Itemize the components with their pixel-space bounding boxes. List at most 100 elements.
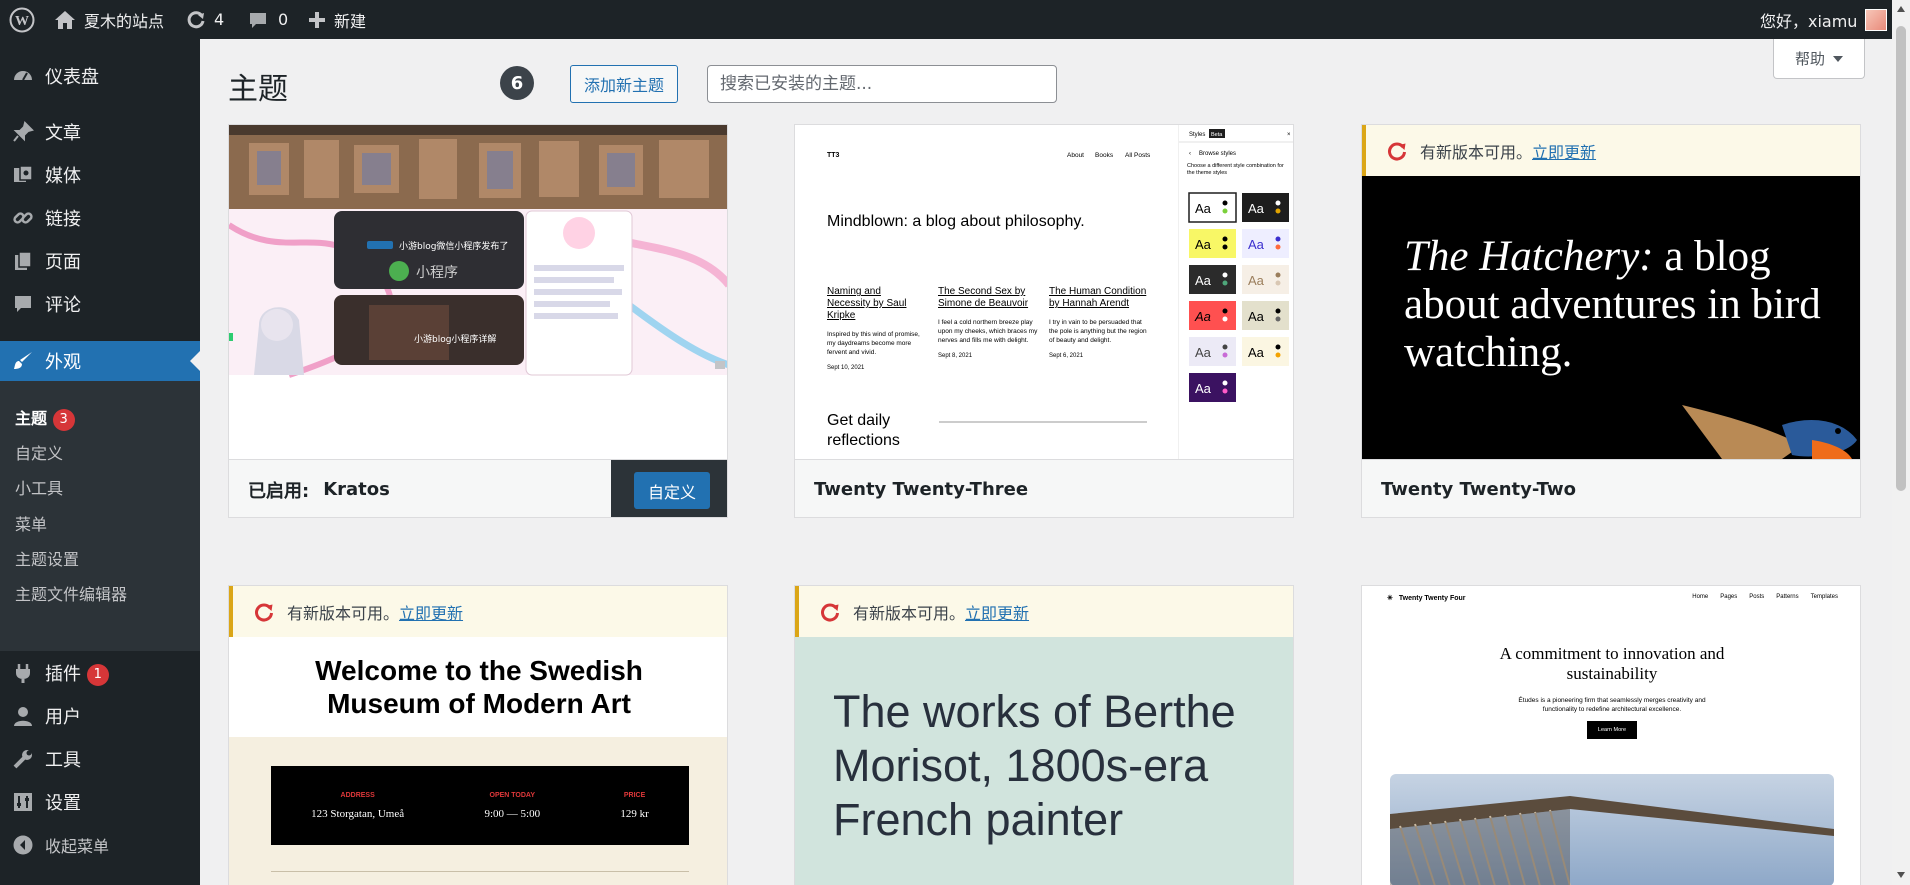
- my-account-link[interactable]: 您好，xiamu: [1760, 0, 1888, 39]
- dashboard-icon: [12, 65, 34, 87]
- svg-text:Aa: Aa: [1194, 309, 1211, 324]
- svg-text:Aa: Aa: [1248, 345, 1265, 360]
- menu-users-label: 用户: [45, 707, 81, 728]
- tt3-beta-badge: Beta: [1211, 132, 1223, 138]
- tt4-nav-home: Home: [1692, 594, 1709, 600]
- collapse-menu-label: 收起菜单: [45, 837, 110, 856]
- svg-text:W: W: [15, 14, 29, 29]
- theme-card-kratos[interactable]: 小游blog微信小程序发布了 小程序 小游blog小程序详解 已启用: Krat…: [228, 124, 728, 518]
- tt3-post3-title: The Human Condition by Hannah Arendt: [1049, 286, 1147, 309]
- update-notice-museum: 有新版本可用。 立即更新: [229, 586, 727, 637]
- add-new-theme-button[interactable]: 添加新主题: [570, 65, 678, 103]
- svg-text:Aa: Aa: [1248, 201, 1265, 216]
- museum-price: 129 kr: [620, 807, 649, 820]
- theme-footer-kratos: 已启用: Kratos 自定义: [229, 459, 727, 517]
- site-name: 夏木的站点: [84, 11, 165, 31]
- svg-text:Aa: Aa: [1195, 237, 1212, 252]
- submenu-customize[interactable]: 自定义: [15, 440, 63, 464]
- update-now-link[interactable]: 立即更新: [399, 600, 463, 624]
- menu-pages-label: 页面: [45, 252, 81, 273]
- tt4-nav-templates: Templates: [1810, 594, 1838, 600]
- menu-comments[interactable]: 评论: [0, 286, 200, 322]
- link-icon: [12, 207, 34, 229]
- scrollbar-thumb[interactable]: [1896, 26, 1906, 491]
- update-refresh-icon: [253, 601, 275, 623]
- update-notice-text: 有新版本可用。: [287, 603, 400, 623]
- new-label: 新建: [334, 11, 367, 31]
- submenu-themes[interactable]: 主题 3: [15, 405, 75, 431]
- museum-address-label: ADDRESS: [340, 791, 375, 799]
- paintbrush-icon: [12, 350, 34, 372]
- update-notice-tt2: 有新版本可用。 立即更新: [1362, 125, 1860, 176]
- tt4-nav-pages: Pages: [1720, 594, 1738, 600]
- plugins-update-badge: 1: [86, 664, 109, 686]
- page-scrollbar[interactable]: [1892, 0, 1910, 885]
- menu-users[interactable]: 用户: [0, 698, 200, 734]
- comments-count: 0: [278, 10, 289, 29]
- menu-appearance-label: 外观: [45, 352, 81, 373]
- menu-tools[interactable]: 工具: [0, 741, 200, 777]
- plug-icon: [12, 662, 34, 684]
- site-name-link[interactable]: 夏木的站点: [54, 0, 164, 39]
- menu-media[interactable]: 媒体: [0, 157, 200, 193]
- tt3-nav-books: Books: [1095, 152, 1114, 159]
- search-themes-input[interactable]: [707, 65, 1057, 103]
- submenu-menus[interactable]: 菜单: [15, 511, 47, 535]
- theme-count-badge: 6: [500, 66, 534, 100]
- tt4-architecture-image: [1390, 774, 1834, 885]
- tt3-post1-excerpt: Inspired by this wind of promise, my day…: [827, 331, 920, 356]
- theme-card-twenty-twenty-four[interactable]: ✳ Twenty Twenty Four Home Pages Posts Pa…: [1361, 585, 1861, 885]
- menu-links[interactable]: 链接: [0, 200, 200, 236]
- menu-plugins[interactable]: 插件 1: [0, 655, 200, 691]
- scroll-up-arrow[interactable]: [1897, 6, 1905, 12]
- tt4-nav-patterns: Patterns: [1776, 594, 1799, 600]
- tt4-nav-posts: Posts: [1749, 594, 1765, 600]
- admin-bar: W 夏木的站点 4 0 新建 您好，xiamu: [0, 0, 1910, 39]
- update-now-link[interactable]: 立即更新: [1532, 139, 1596, 163]
- help-tab-button[interactable]: 帮助: [1773, 39, 1865, 79]
- active-theme-name: Kratos: [323, 479, 390, 500]
- theme-card-morisot[interactable]: 有新版本可用。 立即更新 The works of Berthe Morisot…: [794, 585, 1294, 885]
- menu-dashboard[interactable]: 仪表盘: [0, 58, 200, 94]
- svg-text:Aa: Aa: [1248, 309, 1265, 324]
- comments-link[interactable]: 0: [248, 0, 288, 39]
- tt3-nav-about: About: [1067, 152, 1084, 159]
- submenu-widgets[interactable]: 小工具: [15, 475, 63, 499]
- morisot-headline: The works of Berthe Morisot, 1800s-era F…: [833, 686, 1236, 845]
- wordpress-logo-icon[interactable]: W: [9, 0, 35, 39]
- media-icon: [12, 164, 34, 186]
- comment-icon: [248, 10, 268, 30]
- update-notice-text: 有新版本可用。: [1420, 142, 1533, 162]
- admin-sidebar: 仪表盘 文章 媒体 链接 页面 评论 外观 主题 3 自定义 小工具 菜单 主题…: [0, 39, 200, 885]
- help-label: 帮助: [1794, 50, 1825, 68]
- tt4-learn-more: Learn More: [1587, 721, 1637, 739]
- svg-text:Aa: Aa: [1248, 273, 1265, 288]
- plus-icon: [308, 11, 326, 29]
- theme-card-twenty-twenty-two[interactable]: 有新版本可用。 立即更新 The Hatchery: a blog about …: [1361, 124, 1861, 518]
- kratos-banner-1: 小游blog微信小程序发布了: [399, 240, 508, 252]
- theme-card-twenty-twenty-three[interactable]: TT3 About Books All Posts Mindblown: a b…: [794, 124, 1294, 518]
- menu-appearance[interactable]: 外观: [0, 341, 200, 381]
- scroll-down-arrow[interactable]: [1897, 872, 1905, 878]
- tt3-post3-excerpt: I try in vain to be persuaded that the p…: [1049, 319, 1147, 344]
- customize-button[interactable]: 自定义: [634, 472, 710, 509]
- new-content-link[interactable]: 新建: [308, 0, 366, 39]
- update-now-link[interactable]: 立即更新: [965, 600, 1029, 624]
- svg-text:×: ×: [1287, 132, 1291, 138]
- submenu-theme-settings[interactable]: 主题设置: [15, 546, 79, 570]
- collapse-menu-button[interactable]: 收起菜单: [0, 827, 200, 863]
- updates-link[interactable]: 4: [186, 0, 224, 39]
- menu-pages[interactable]: 页面: [0, 243, 200, 279]
- appearance-submenu: 主题 3 自定义 小工具 菜单 主题设置 主题文件编辑器: [0, 381, 200, 651]
- museum-address: 123 Storgatan, Umeå: [311, 807, 405, 820]
- submenu-theme-editor[interactable]: 主题文件编辑器: [15, 581, 127, 605]
- updates-count: 4: [214, 10, 225, 29]
- tt3-headline: Mindblown: a blog about philosophy.: [827, 213, 1085, 230]
- theme-card-museum[interactable]: 有新版本可用。 立即更新 Welcome to the Swedish Muse…: [228, 585, 728, 885]
- menu-posts[interactable]: 文章: [0, 114, 200, 150]
- menu-settings[interactable]: 设置: [0, 784, 200, 820]
- tt4-headline: A commitment to innovation and sustainab…: [1499, 644, 1725, 683]
- settings-icon: [12, 791, 34, 813]
- menu-settings-label: 设置: [45, 793, 81, 814]
- kratos-mini-label: 小程序: [416, 265, 458, 281]
